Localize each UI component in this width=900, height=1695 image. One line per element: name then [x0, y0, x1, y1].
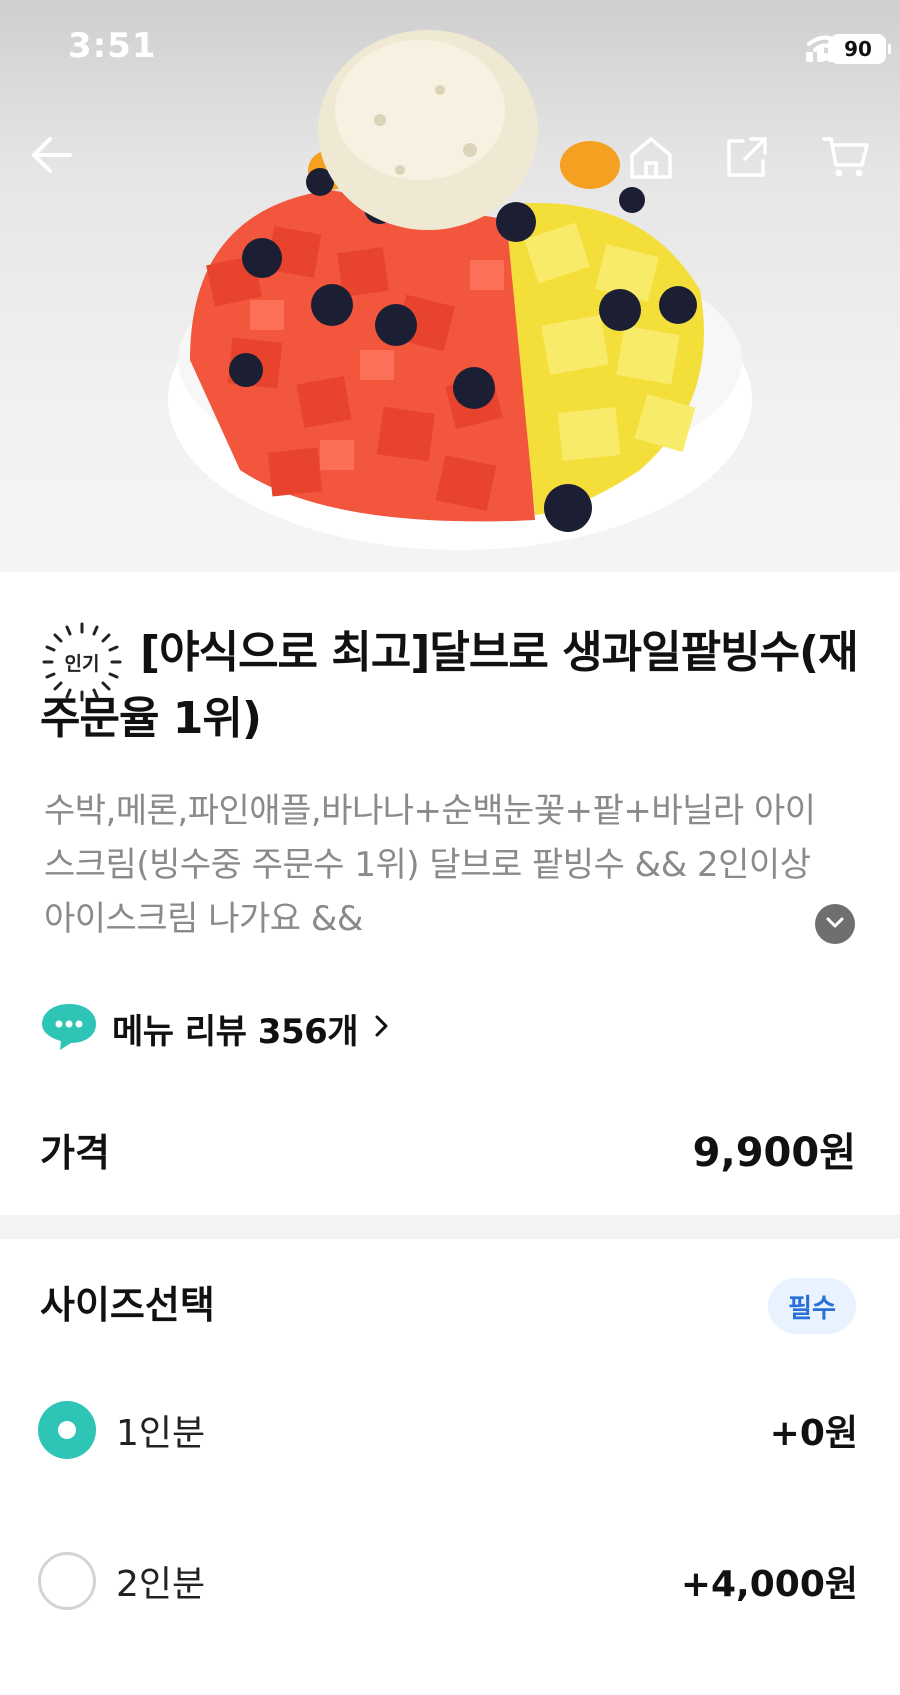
- product-description: 수박,메론,파인애플,바나나+순백눈꽃+팥+바닐라 아이스크림(빙수중 주문수 …: [44, 791, 816, 939]
- size-option-label: 2인분: [116, 1564, 206, 1605]
- size-option-label: 1인분: [116, 1413, 206, 1454]
- required-badge: 필수: [768, 1278, 856, 1334]
- home-button[interactable]: [628, 135, 688, 195]
- back-button[interactable]: [30, 135, 90, 195]
- title-block: 인기 [야식으로 최고]달브로 생과일팥빙수(재주문율 1위): [40, 620, 860, 752]
- cart-button[interactable]: [822, 135, 882, 195]
- size-option-1[interactable]: 1인분 +0원: [38, 1395, 858, 1465]
- speech-bubble-icon: [40, 1000, 98, 1056]
- price-value: 9,900원: [692, 1130, 856, 1176]
- radio-button-selected[interactable]: [38, 1401, 96, 1459]
- battery-icon: 90: [830, 34, 891, 64]
- size-section-title: 사이즈선택: [40, 1283, 215, 1327]
- status-bar: 3:51 90: [0, 0, 900, 100]
- size-option-price: +4,000원: [680, 1564, 858, 1605]
- product-title: [야식으로 최고]달브로 생과일팥빙수(재주문율 1위): [40, 627, 859, 744]
- size-option-2[interactable]: 2인분 +4,000원: [38, 1546, 858, 1616]
- share-button[interactable]: [725, 135, 785, 195]
- radio-button[interactable]: [38, 1552, 96, 1610]
- battery-level: 90: [844, 37, 872, 61]
- chevron-right-icon: [372, 1012, 392, 1044]
- price-row: 가격 9,900원: [40, 1120, 856, 1178]
- status-icons: 90: [806, 34, 891, 64]
- menu-review-link[interactable]: 메뉴 리뷰 356개: [40, 1000, 392, 1056]
- popular-badge-label: 인기: [64, 652, 100, 675]
- status-time: 3:51: [68, 26, 157, 66]
- menu-review-label: 메뉴 리뷰 356개: [112, 1011, 359, 1052]
- expand-description-button[interactable]: [815, 904, 855, 944]
- section-divider: [0, 1215, 900, 1239]
- price-label: 가격: [40, 1130, 110, 1175]
- product-image: 3:51 90: [0, 0, 900, 572]
- chevron-down-icon: [825, 915, 845, 934]
- size-option-price: +0원: [769, 1413, 858, 1454]
- popular-badge: 인기: [40, 620, 124, 704]
